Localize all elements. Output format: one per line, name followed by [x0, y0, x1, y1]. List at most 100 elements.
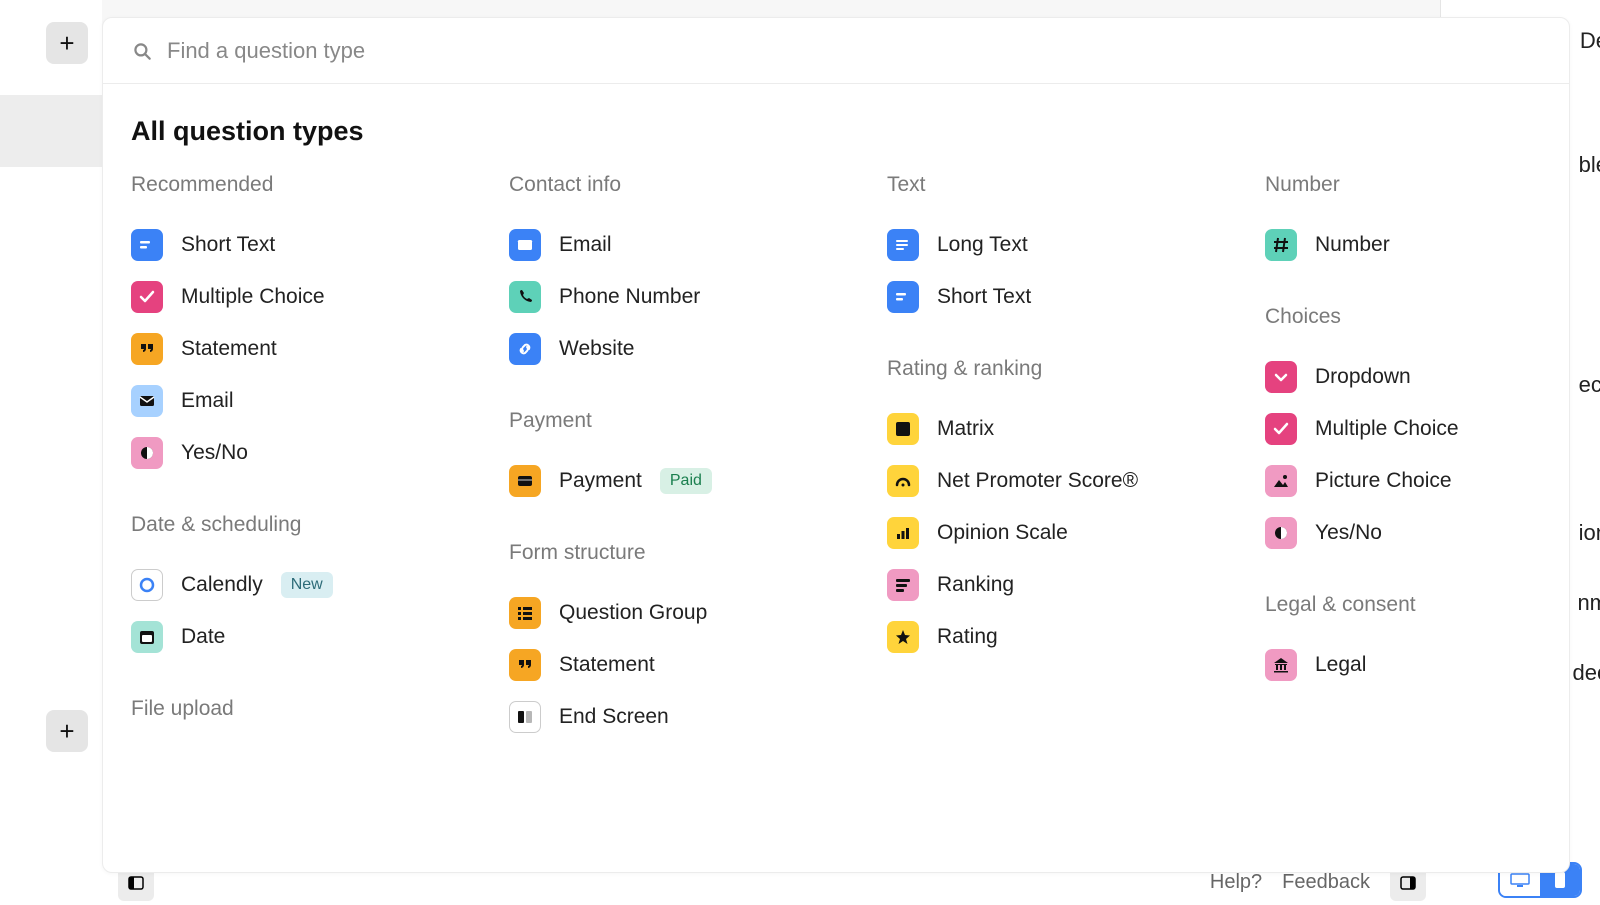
item-label: Net Promoter Score®	[937, 469, 1138, 493]
mail-icon	[131, 385, 163, 417]
question-type-item[interactable]: Matrix	[887, 403, 1227, 455]
help-link[interactable]: Help?	[1210, 871, 1262, 894]
question-group: Contact info Email Phone Number Website	[509, 173, 849, 375]
column: TextLong TextShort TextRating & rankingM…	[887, 173, 1227, 777]
matrix-icon	[887, 413, 919, 445]
search-row	[103, 18, 1569, 84]
add-question-button[interactable]: +	[46, 22, 88, 64]
question-type-item[interactable]: Dropdown	[1265, 351, 1570, 403]
question-type-item[interactable]: Net Promoter Score®	[887, 455, 1227, 507]
column: RecommendedShort TextMultiple ChoiceStat…	[131, 173, 471, 777]
question-type-item[interactable]: Multiple Choice	[131, 271, 471, 323]
search-input[interactable]	[167, 38, 1541, 64]
group-title: Date & scheduling	[131, 513, 471, 537]
short-text-icon	[131, 229, 163, 261]
sidebar-selection	[0, 95, 102, 167]
search-icon	[131, 40, 153, 62]
question-type-item[interactable]: Short Text	[887, 271, 1227, 323]
rank-icon	[887, 569, 919, 601]
question-type-item[interactable]: Phone Number	[509, 271, 849, 323]
group-title: Rating & ranking	[887, 357, 1227, 381]
question-type-item[interactable]: Rating	[887, 611, 1227, 663]
item-label: Dropdown	[1315, 365, 1411, 389]
item-label: Legal	[1315, 653, 1366, 677]
hash-icon	[1265, 229, 1297, 261]
question-type-item[interactable]: Yes/No	[131, 427, 471, 479]
phone-icon	[509, 281, 541, 313]
item-label: Long Text	[937, 233, 1028, 257]
item-label: Rating	[937, 625, 998, 649]
question-type-item[interactable]: Picture Choice	[1265, 455, 1570, 507]
rh-5: dec	[1573, 660, 1600, 686]
rh-4: nm	[1577, 590, 1600, 616]
bars-icon	[887, 517, 919, 549]
question-type-item[interactable]: Date	[131, 611, 471, 663]
calendar-icon	[131, 621, 163, 653]
item-label: Payment	[559, 469, 642, 493]
question-type-item[interactable]: Email	[131, 375, 471, 427]
list-icon	[509, 597, 541, 629]
question-type-item[interactable]: Multiple Choice	[1265, 403, 1570, 455]
image-icon	[1265, 465, 1297, 497]
item-label: Short Text	[181, 233, 275, 257]
group-title: Choices	[1265, 305, 1570, 329]
question-group: RecommendedShort TextMultiple ChoiceStat…	[131, 173, 471, 479]
chevron-down-icon	[1265, 361, 1297, 393]
question-type-item[interactable]: Ranking	[887, 559, 1227, 611]
question-type-item[interactable]: Statement	[509, 639, 849, 691]
item-label: Multiple Choice	[181, 285, 325, 309]
group-title: Legal & consent	[1265, 593, 1570, 617]
question-type-item[interactable]: Number	[1265, 219, 1570, 271]
item-label: Calendly	[181, 573, 263, 597]
item-label: Multiple Choice	[1315, 417, 1459, 441]
question-type-item[interactable]: Website	[509, 323, 849, 375]
mail-icon	[509, 229, 541, 261]
item-label: Short Text	[937, 285, 1031, 309]
item-label: Statement	[181, 337, 277, 361]
item-label: Picture Choice	[1315, 469, 1452, 493]
item-label: Yes/No	[181, 441, 248, 465]
add-end-button[interactable]: +	[46, 710, 88, 752]
rh-1: ble	[1579, 152, 1600, 178]
group-title: Number	[1265, 173, 1570, 197]
group-title: Payment	[509, 409, 849, 433]
question-type-item[interactable]: Question Group	[509, 587, 849, 639]
question-group: TextLong TextShort Text	[887, 173, 1227, 323]
item-label: Opinion Scale	[937, 521, 1068, 545]
rh-2: ect	[1579, 372, 1600, 398]
question-group: Form structure Question GroupStatementEnd…	[509, 541, 849, 743]
question-type-item[interactable]: Payment Paid	[509, 455, 849, 507]
item-label: Website	[559, 337, 634, 361]
item-label: Matrix	[937, 417, 994, 441]
column: Contact info Email Phone Number Website Paym…	[509, 173, 849, 777]
group-title: File upload	[131, 697, 471, 721]
question-type-item[interactable]: Short Text	[131, 219, 471, 271]
item-label: Number	[1315, 233, 1390, 257]
check-icon	[131, 281, 163, 313]
item-label: Email	[559, 233, 612, 257]
question-type-item[interactable]: Statement	[131, 323, 471, 375]
question-type-item[interactable]: Email	[509, 219, 849, 271]
new-badge: New	[281, 572, 333, 598]
question-type-item[interactable]: Legal	[1265, 639, 1570, 691]
left-column: + +	[0, 0, 102, 905]
question-type-item[interactable]: Opinion Scale	[887, 507, 1227, 559]
contrast-icon	[131, 437, 163, 469]
group-title: Contact info	[509, 173, 849, 197]
question-type-panel: All question types RecommendedShort Text…	[102, 17, 1570, 873]
item-label: Phone Number	[559, 285, 700, 309]
endscreen-icon	[509, 701, 541, 733]
question-type-item[interactable]: End Screen	[509, 691, 849, 743]
paid-badge: Paid	[660, 468, 712, 494]
question-group: File upload	[131, 697, 471, 721]
question-type-item[interactable]: Yes/No	[1265, 507, 1570, 559]
feedback-link[interactable]: Feedback	[1282, 871, 1370, 894]
card-icon	[509, 465, 541, 497]
question-type-item[interactable]: Long Text	[887, 219, 1227, 271]
rh-0: De	[1580, 28, 1600, 54]
question-group: Number Number	[1265, 173, 1570, 271]
question-group: Date & scheduling Calendly New Date	[131, 513, 471, 663]
gauge-icon	[887, 465, 919, 497]
group-title: Form structure	[509, 541, 849, 565]
question-type-item[interactable]: Calendly New	[131, 559, 471, 611]
